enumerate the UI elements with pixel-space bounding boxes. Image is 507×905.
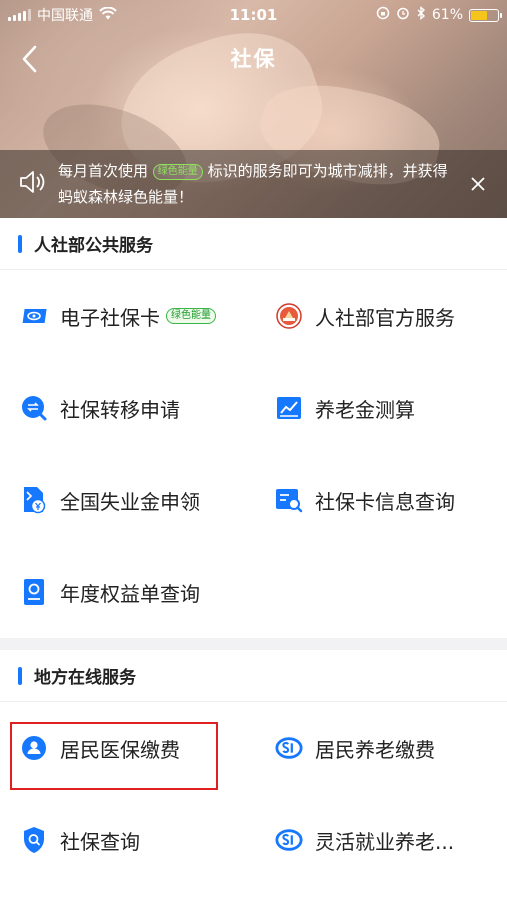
local-services-section: 地方在线服务 居民医保缴费 居民养老缴费 社保查询 灵活就业养老...	[0, 650, 507, 905]
transfer-icon	[20, 394, 48, 422]
social-security-card-icon	[20, 302, 48, 330]
battery-percent: 61%	[431, 7, 463, 23]
chart-icon	[275, 394, 303, 422]
si-logo-icon	[275, 734, 303, 762]
alarm-icon	[396, 6, 410, 24]
card-search-icon	[275, 486, 303, 514]
chevron-left-icon	[22, 45, 37, 73]
section-title: 地方在线服务	[34, 668, 136, 688]
service-e-social-security-card[interactable]: 电子社保卡 绿色能量	[0, 270, 253, 362]
person-icon	[20, 734, 48, 762]
bluetooth-icon	[416, 6, 426, 24]
page-title: 社保	[230, 47, 277, 71]
close-notice-button[interactable]	[465, 171, 491, 197]
back-button[interactable]	[14, 44, 44, 74]
green-energy-tag: 绿色能量	[166, 308, 216, 324]
service-unemployment-benefit[interactable]: 全国失业金申领	[0, 454, 253, 546]
si-logo-icon	[275, 826, 303, 854]
section-title: 人社部公共服务	[34, 236, 153, 256]
service-card-info-query[interactable]: 社保卡信息查询	[253, 454, 506, 546]
header-banner: 中国联通 11:01 61% 社保 每月首次使用 绿色能量 标识的服务即可为城市…	[0, 0, 507, 218]
yuan-document-icon	[20, 486, 48, 514]
service-flexible-employment-pension[interactable]: 灵活就业养老...	[253, 794, 506, 886]
signal-icon	[8, 9, 31, 21]
service-ministry-official[interactable]: 人社部官方服务	[253, 270, 506, 362]
notice-text: 每月首次使用 绿色能量 标识的服务即可为城市减排，并获得蚂蚁森林绿色能量！	[58, 162, 448, 206]
service-annual-rights-statement[interactable]: 年度权益单查询	[0, 546, 253, 638]
shield-search-icon	[20, 826, 48, 854]
public-services-section: 人社部公共服务 电子社保卡 绿色能量 人社部官方服务 社保转移申请 养老金测算 …	[0, 218, 507, 638]
battery-icon	[469, 8, 502, 22]
nav-bar: 社保	[0, 34, 507, 82]
ministry-emblem-icon	[275, 302, 303, 330]
section-accent-bar	[18, 666, 22, 685]
speaker-icon	[18, 169, 46, 199]
certificate-icon	[20, 578, 48, 606]
rotation-lock-icon	[376, 6, 390, 24]
section-header: 人社部公共服务	[0, 218, 507, 270]
green-energy-notice: 每月首次使用 绿色能量 标识的服务即可为城市减排，并获得蚂蚁森林绿色能量！	[0, 150, 507, 218]
section-header: 地方在线服务	[0, 650, 507, 702]
wifi-icon	[99, 6, 117, 24]
carrier-name: 中国联通	[37, 8, 93, 24]
status-bar: 中国联通 11:01 61%	[0, 0, 507, 30]
service-social-security-query[interactable]: 社保查询	[0, 794, 253, 886]
service-resident-medical-insurance-payment[interactable]: 居民医保缴费	[0, 702, 253, 794]
service-transfer-application[interactable]: 社保转移申请	[0, 362, 253, 454]
close-icon	[471, 177, 485, 191]
section-accent-bar	[18, 234, 22, 253]
service-pension-calculation[interactable]: 养老金测算	[253, 362, 506, 454]
service-resident-pension-payment[interactable]: 居民养老缴费	[253, 702, 506, 794]
green-energy-tag: 绿色能量	[152, 164, 203, 180]
